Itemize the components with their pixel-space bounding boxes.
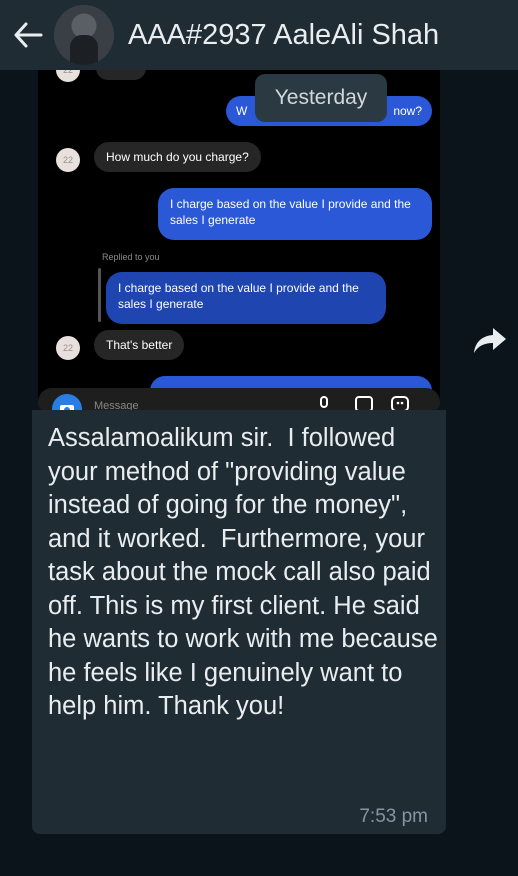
contact-name[interactable]: AAA#2937 AaleAli Shah	[128, 19, 439, 52]
forward-icon[interactable]	[468, 320, 512, 360]
replied-label: Replied to you	[102, 252, 160, 262]
screenshot-reply-quote: I charge based on the value I provide an…	[106, 272, 386, 324]
chat-header: AAA#2937 AaleAli Shah	[0, 0, 518, 70]
screenshot-partial-bubble	[96, 70, 146, 80]
back-arrow-icon[interactable]	[8, 15, 48, 55]
microphone-icon	[320, 396, 328, 408]
screenshot-avatar: 22	[56, 148, 80, 172]
sticker-icon	[391, 396, 409, 410]
partial-out-right: now?	[393, 104, 422, 118]
gallery-icon	[355, 396, 373, 410]
screenshot-incoming-reply: That's better	[94, 330, 185, 360]
composer-placeholder: Message	[94, 400, 139, 410]
message-time: 7:53 pm	[359, 806, 428, 827]
screenshot-incoming-question: How much do you charge?	[94, 142, 261, 172]
contact-avatar[interactable]	[54, 5, 114, 65]
partial-out-left: W	[236, 104, 248, 118]
screenshot-outgoing-answer: I charge based on the value I provide an…	[158, 188, 432, 240]
message-text: Assalamoalikum sir. I followed your meth…	[48, 424, 445, 720]
reply-bar	[98, 268, 101, 322]
shared-screenshot-image[interactable]: 22 W now? Yesterday 22 How much do you c…	[38, 70, 440, 410]
date-chip: Yesterday	[255, 74, 387, 122]
screenshot-avatar: 22	[56, 336, 80, 360]
message-bubble[interactable]: Assalamoalikum sir. I followed your meth…	[32, 410, 446, 834]
screenshot-avatar: 22	[56, 70, 80, 82]
